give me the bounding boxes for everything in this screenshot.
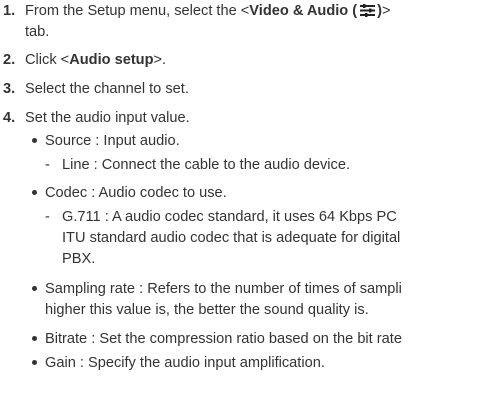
sampling-line-1: Sampling rate : Refers to the number of … <box>45 281 402 297</box>
gain-item: Gain : Specify the audio input amplifica… <box>45 355 325 371</box>
g711-line-3: PBX. <box>62 251 96 267</box>
step-3-number: 3. <box>3 81 16 97</box>
bullet-dot <box>32 190 37 195</box>
step-4-text: Set the audio input value. <box>25 110 190 126</box>
line-subitem: Line : Connect the cable to the audio de… <box>62 157 351 173</box>
bullet-dot <box>32 286 37 291</box>
bullet-dot <box>32 336 37 341</box>
step-2-number: 2. <box>3 52 16 68</box>
g711-line-2: ITU standard audio codec that is adequat… <box>62 230 401 246</box>
dash-marker: - <box>45 157 50 173</box>
sampling-line-2: higher this value is, the better the sou… <box>45 302 369 318</box>
step-1-number: 1. <box>3 3 16 19</box>
step-3-text: Select the channel to set. <box>25 81 189 97</box>
step-1-continuation: tab. <box>25 24 50 40</box>
step-2-text: Click <Audio setup>. <box>25 52 167 68</box>
source-item: Source : Input audio. <box>45 133 180 149</box>
bitrate-item: Bitrate : Set the compression ratio base… <box>45 331 402 347</box>
settings-sliders-icon <box>360 4 376 17</box>
dash-marker: - <box>45 209 50 225</box>
bullet-dot <box>32 138 37 143</box>
manual-page: 1. From the Setup menu, select the <Vide… <box>0 0 481 398</box>
g711-line-1: G.711 : A audio codec standard, it uses … <box>62 209 397 225</box>
bullet-dot <box>32 360 37 365</box>
step-4-number: 4. <box>3 110 16 126</box>
codec-item: Codec : Audio codec to use. <box>45 185 227 201</box>
step-1-text: From the Setup menu, select the <Video &… <box>25 3 391 19</box>
